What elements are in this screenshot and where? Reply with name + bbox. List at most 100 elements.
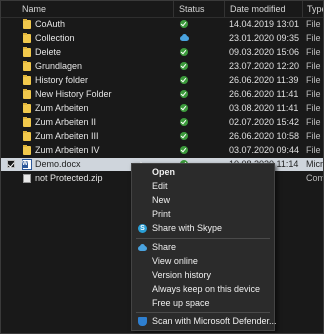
menu-item-free-up-space[interactable]: Free up space <box>132 297 274 310</box>
menu-item-label: Always keep on this device <box>152 284 261 294</box>
file-row-zum-arbeiten[interactable]: Zum Arbeiten 03.08.2020 11:41 File <box>1 102 323 115</box>
folder-icon <box>23 103 31 113</box>
file-type: File <box>306 89 321 99</box>
file-name: Collection <box>35 33 75 43</box>
context-menu: Open Edit New Print S Share with Skype S… <box>131 163 277 331</box>
column-divider[interactable] <box>173 1 174 17</box>
file-name: Delete <box>35 47 62 57</box>
column-type[interactable]: Type <box>307 4 323 14</box>
menu-item-always-keep[interactable]: Always keep on this device <box>132 283 274 296</box>
menu-item-label: View online <box>152 256 198 266</box>
defender-shield-icon <box>138 317 147 326</box>
menu-item-version-history[interactable]: Version history <box>132 269 274 282</box>
file-date: 23.07.2020 12:20 <box>229 61 300 71</box>
file-date: 03.07.2020 09:44 <box>229 145 300 155</box>
folder-icon <box>23 75 31 85</box>
menu-item-open[interactable]: Open <box>132 166 274 179</box>
file-date: 14.04.2019 13:01 <box>229 19 300 29</box>
synced-status-icon <box>180 90 188 98</box>
menu-item-label: Free up space <box>152 298 210 308</box>
file-row-zum-arbeiten-ii[interactable]: Zum Arbeiten II 02.07.2020 15:42 File <box>1 116 323 129</box>
file-name: Zum Arbeiten IV <box>35 145 100 155</box>
synced-status-icon <box>180 62 188 70</box>
column-date-modified[interactable]: Date modified <box>230 4 286 14</box>
menu-item-label: Version history <box>152 270 212 280</box>
column-name[interactable]: Name <box>22 4 46 14</box>
synced-status-icon <box>180 48 188 56</box>
menu-item-label: Scan with Microsoft Defender... <box>152 316 277 326</box>
word-document-icon <box>22 159 32 170</box>
file-date: 02.07.2020 15:42 <box>229 117 300 127</box>
file-name: Zum Arbeiten <box>35 103 89 113</box>
column-status[interactable]: Status <box>179 4 205 14</box>
file-explorer-window: Name Status Date modified Type CoAuth 14… <box>0 0 324 334</box>
menu-separator <box>136 312 270 313</box>
menu-item-label: Share <box>152 242 177 252</box>
file-name: Zum Arbeiten III <box>35 131 99 141</box>
file-type: File <box>306 61 321 71</box>
file-type: File <box>306 145 321 155</box>
menu-item-label: New <box>152 195 171 205</box>
synced-status-icon <box>180 104 188 112</box>
menu-item-view-online[interactable]: View online <box>132 255 274 268</box>
file-name: Zum Arbeiten II <box>35 117 97 127</box>
menu-item-print[interactable]: Print <box>132 208 274 221</box>
file-name: Grundlagen <box>35 61 83 71</box>
folder-icon <box>23 47 31 57</box>
menu-item-new[interactable]: New <box>132 194 274 207</box>
file-date: 23.01.2020 09:35 <box>229 33 300 43</box>
folder-icon <box>23 89 31 99</box>
menu-item-share-with-skype[interactable]: S Share with Skype <box>132 222 274 235</box>
file-name: New History Folder <box>35 89 112 99</box>
file-type: File <box>306 47 321 57</box>
file-row-collection[interactable]: Collection 23.01.2020 09:35 File <box>1 32 323 45</box>
row-checkbox[interactable] <box>7 160 15 168</box>
menu-item-label: Print <box>152 209 171 219</box>
column-header: Name Status Date modified Type <box>1 1 323 18</box>
column-divider[interactable] <box>224 1 225 17</box>
skype-icon: S <box>138 224 147 233</box>
menu-separator <box>136 238 270 239</box>
file-name: CoAuth <box>35 19 66 29</box>
folder-icon <box>23 131 31 141</box>
file-type: Com <box>306 173 324 183</box>
file-row-delete[interactable]: Delete 09.03.2020 15:06 File <box>1 46 323 59</box>
column-divider[interactable] <box>302 1 303 17</box>
file-row-zum-arbeiten-iii[interactable]: Zum Arbeiten III 26.06.2020 10:58 File <box>1 130 323 143</box>
menu-item-scan-defender[interactable]: Scan with Microsoft Defender... <box>132 315 277 328</box>
file-date: 26.06.2020 11:39 <box>229 75 299 85</box>
folder-icon <box>23 61 31 71</box>
file-name: History folder <box>35 75 89 85</box>
file-row-grundlagen[interactable]: Grundlagen 23.07.2020 12:20 File <box>1 60 323 73</box>
file-date: 09.03.2020 15:06 <box>229 47 300 57</box>
file-name: not Protected.zip <box>35 173 103 183</box>
synced-status-icon <box>180 132 188 140</box>
file-date: 26.06.2020 11:41 <box>229 89 299 99</box>
file-date: 26.06.2020 10:58 <box>229 131 300 141</box>
file-row-history-folder[interactable]: History folder 26.06.2020 11:39 File <box>1 74 323 87</box>
folder-icon <box>23 117 31 127</box>
zip-archive-icon <box>23 174 31 183</box>
file-type: Micr <box>306 159 323 169</box>
synced-status-icon <box>180 118 188 126</box>
file-name: Demo.docx <box>35 159 81 169</box>
synced-status-icon <box>180 76 188 84</box>
menu-item-label: Open <box>152 167 176 177</box>
cloud-status-icon <box>180 34 189 42</box>
menu-item-edit[interactable]: Edit <box>132 180 274 193</box>
file-type: File <box>306 103 321 113</box>
folder-icon <box>23 19 31 29</box>
file-type: File <box>306 19 321 29</box>
file-row-zum-arbeiten-iv[interactable]: Zum Arbeiten IV 03.07.2020 09:44 File <box>1 144 323 157</box>
folder-icon <box>23 33 31 43</box>
menu-item-share[interactable]: Share <box>132 241 274 254</box>
file-date: 03.08.2020 11:41 <box>229 103 299 113</box>
onedrive-cloud-icon <box>138 243 147 252</box>
file-row-new-history-folder[interactable]: New History Folder 26.06.2020 11:41 File <box>1 88 323 101</box>
menu-item-label: Edit <box>152 181 168 191</box>
file-row-coauth[interactable]: CoAuth 14.04.2019 13:01 File <box>1 18 323 31</box>
folder-icon <box>23 145 31 155</box>
synced-status-icon <box>180 146 188 154</box>
menu-item-label: Share with Skype <box>152 223 223 233</box>
file-type: File <box>306 117 321 127</box>
